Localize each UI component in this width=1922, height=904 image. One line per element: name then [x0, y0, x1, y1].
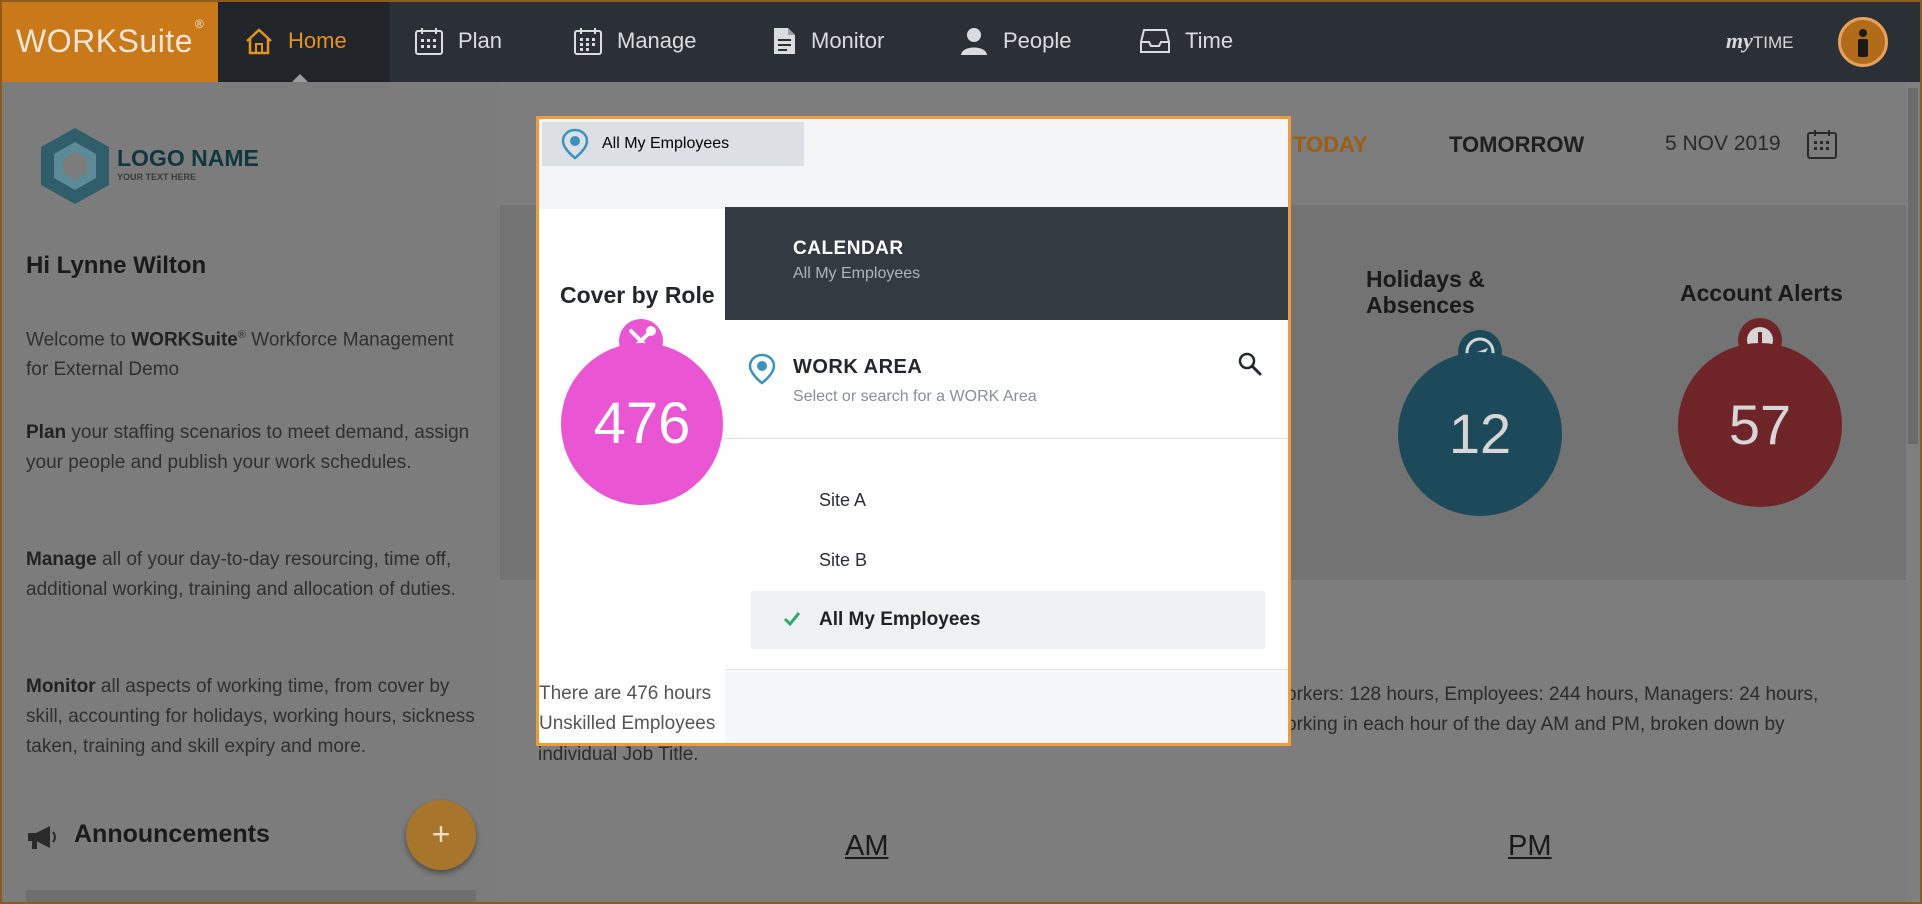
- announcements-heading: Announcements: [74, 820, 270, 848]
- cover-description-right-1: orkers: 128 hours, Employees: 244 hours,…: [1286, 684, 1819, 705]
- calendar-icon: [415, 28, 443, 55]
- mytime-logo[interactable]: myTIME: [1726, 28, 1794, 54]
- work-area-hint: Select or search for a WORK Area: [793, 388, 1037, 405]
- scrollbar-thumb[interactable]: [1908, 88, 1918, 444]
- nav-plan[interactable]: Plan: [414, 0, 502, 82]
- nav-time-label: Time: [1185, 28, 1234, 53]
- location-pin-icon: [561, 128, 589, 160]
- nav-home[interactable]: Home: [218, 0, 390, 82]
- top-navigation-bar: WORKSuite ® Home Plan Manage Monitor Peop…: [0, 0, 1922, 82]
- tomorrow-tab[interactable]: TOMORROW: [1449, 132, 1584, 158]
- calendar-grid-icon: [574, 28, 602, 55]
- calendar-panel-title: CALENDAR: [793, 238, 904, 259]
- account-alerts-title: Account Alerts: [1680, 280, 1843, 306]
- holidays-count[interactable]: 12: [1398, 352, 1562, 516]
- checkmark-icon: [783, 612, 801, 627]
- manage-description: Manage all of your day-to-day resourcing…: [26, 549, 456, 600]
- calendar-panel-subtitle: All My Employees: [793, 265, 921, 282]
- work-area-modal: All My Employees Cover by Role 476 There…: [536, 116, 1291, 746]
- document-icon: [774, 28, 795, 54]
- inbox-icon: [1140, 29, 1170, 53]
- account-alerts-count[interactable]: 57: [1678, 343, 1842, 507]
- option-site-b[interactable]: Site B: [751, 531, 1265, 589]
- user-figure-icon: [1858, 29, 1868, 57]
- nav-manage[interactable]: Manage: [573, 0, 697, 82]
- calendar-panel-header: CALENDAR All My Employees: [725, 207, 1288, 320]
- am-heading[interactable]: AM: [845, 830, 889, 863]
- nav-monitor[interactable]: Monitor: [771, 0, 884, 82]
- today-tab[interactable]: TODAY: [1293, 132, 1368, 158]
- selected-date[interactable]: 5 NOV 2019: [1665, 132, 1781, 156]
- person-icon: [961, 28, 987, 55]
- brand-logo[interactable]: WORKSuite ®: [0, 0, 218, 82]
- date-picker-icon[interactable]: [1806, 128, 1838, 160]
- selected-area-chip[interactable]: All My Employees: [542, 122, 804, 166]
- calendar-panel: CALENDAR All My Employees WORK AREA Sele…: [725, 207, 1288, 743]
- search-icon[interactable]: [1237, 351, 1263, 377]
- add-announcement-button[interactable]: +: [406, 800, 476, 870]
- cover-text-fragment: There are 476 hours Unskilled Employees: [539, 683, 716, 734]
- nav-plan-label: Plan: [458, 28, 503, 53]
- option-site-a[interactable]: Site A: [751, 471, 1265, 529]
- monitor-description: Monitor all aspects of working time, fro…: [26, 676, 475, 757]
- selected-area-label: All My Employees: [602, 135, 730, 152]
- active-nav-caret: [292, 74, 308, 82]
- cover-description-right-2: orking in each hour of the day AM and PM…: [1286, 714, 1785, 735]
- logo-tagline: YOUR TEXT HERE: [117, 172, 197, 182]
- company-logo-icon: [41, 128, 109, 204]
- nav-manage-label: Manage: [617, 28, 697, 53]
- cover-by-role-title: Cover by Role: [560, 282, 715, 308]
- home-icon: [246, 28, 272, 55]
- work-area-pin-icon: [748, 353, 776, 385]
- nav-monitor-label: Monitor: [811, 28, 885, 53]
- logo-name: LOGO NAME: [117, 145, 259, 171]
- greeting: Hi Lynne Wilton: [26, 252, 207, 279]
- calendar-panel-footer: [725, 669, 1288, 743]
- user-avatar[interactable]: [1838, 17, 1888, 67]
- option-all-my-employees[interactable]: All My Employees: [751, 591, 1265, 649]
- divider: [725, 438, 1288, 439]
- work-area-title: WORK AREA: [793, 356, 923, 378]
- announcement-list: [26, 890, 476, 904]
- nav-home-label: Home: [288, 28, 347, 53]
- megaphone-icon: [28, 826, 56, 849]
- holidays-title: Holidays & Absences: [1366, 266, 1485, 318]
- cover-by-role-count[interactable]: 476: [561, 343, 723, 505]
- modal-header: All My Employees: [539, 119, 1288, 209]
- nav-time[interactable]: Time: [1139, 0, 1233, 82]
- nav-people-label: People: [1003, 28, 1072, 53]
- nav-people[interactable]: People: [959, 0, 1072, 82]
- pm-heading[interactable]: PM: [1508, 830, 1552, 863]
- plan-description: Plan your staffing scenarios to meet dem…: [26, 422, 470, 473]
- welcome-text: Welcome to WORKSuite® Workforce Manageme…: [26, 329, 454, 381]
